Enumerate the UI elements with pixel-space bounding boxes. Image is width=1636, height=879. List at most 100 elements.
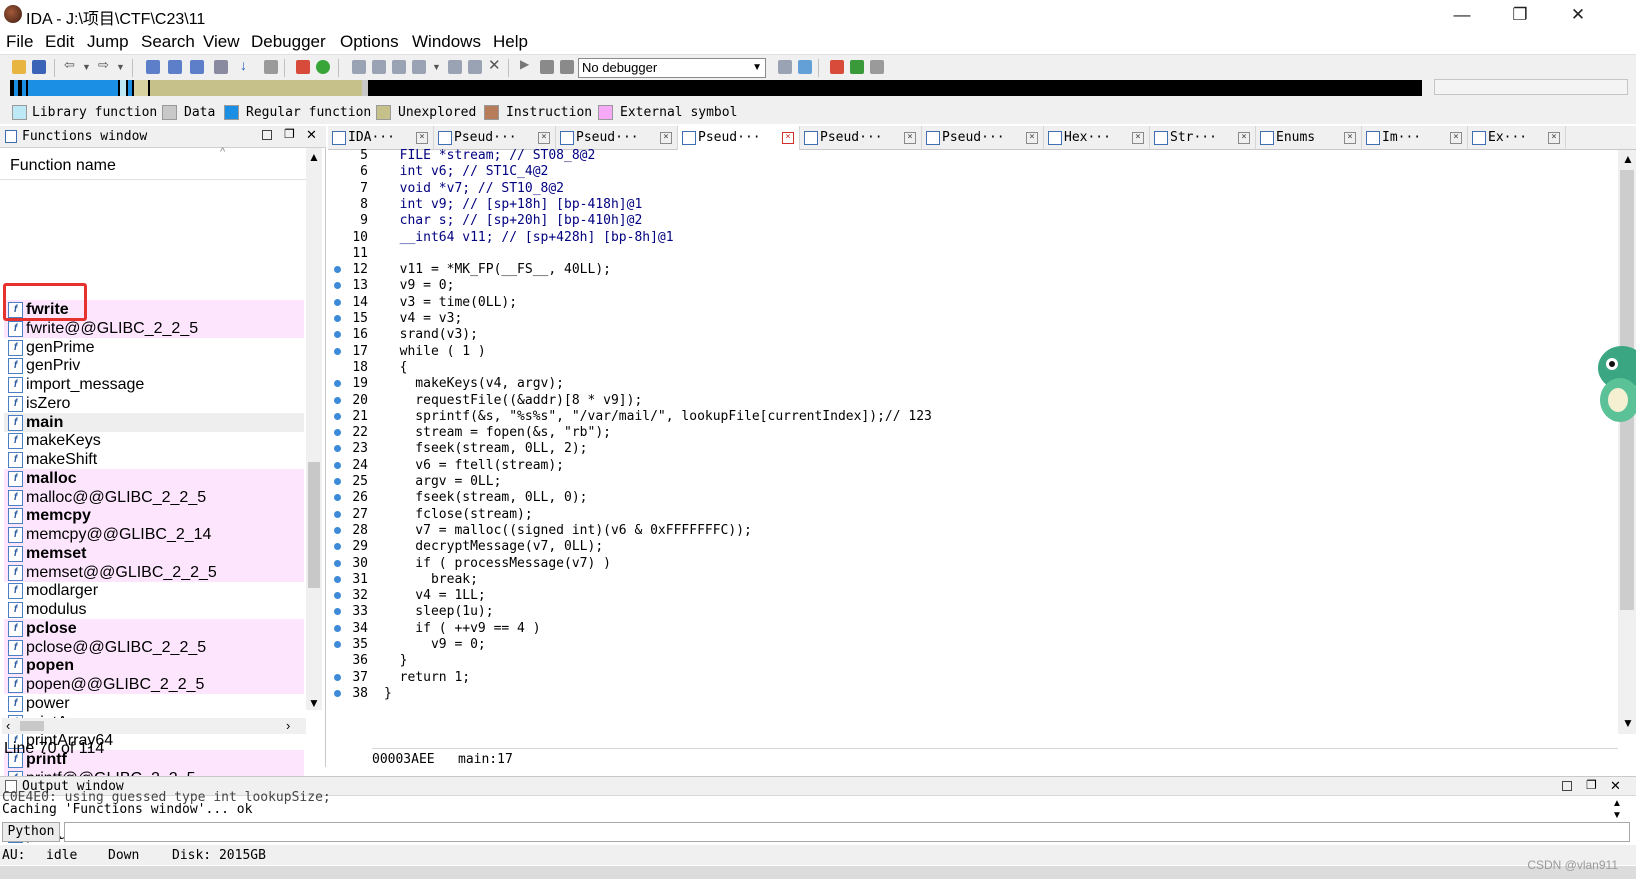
menu-debugger[interactable]: Debugger [251, 32, 326, 52]
navigation-bar[interactable] [10, 80, 1422, 96]
debugger-select[interactable]: No debugger ▼ [578, 58, 766, 78]
breakpoint-dot[interactable] [334, 559, 341, 567]
code-line[interactable]: { [384, 359, 408, 376]
scroll-right-icon[interactable]: › [286, 718, 290, 733]
function-row[interactable]: f popen@@GLIBC_2_2_5 [4, 675, 304, 694]
maximize-icon[interactable] [262, 130, 272, 140]
breakpoint-dot[interactable] [334, 575, 341, 583]
code-line[interactable]: v6 = ftell(stream); [384, 457, 564, 474]
close-icon[interactable]: ✕ [306, 127, 317, 143]
code-line[interactable]: if ( ++v9 == 4 ) [384, 620, 540, 637]
code-line[interactable]: v9 = 0; [384, 636, 486, 653]
function-row[interactable]: f genPrime [4, 338, 304, 357]
function-row[interactable]: f makeKeys [4, 431, 304, 450]
code-line[interactable]: fseek(stream, 0LL, 0); [384, 489, 587, 506]
code-line[interactable]: v4 = v3; [384, 310, 463, 327]
tab-close-icon[interactable]: × [660, 132, 672, 144]
code-line[interactable]: void *v7; // ST10_8@2 [384, 180, 564, 197]
code-line[interactable]: sleep(1u); [384, 603, 493, 620]
breakpoint-dot[interactable] [334, 461, 341, 469]
graph-icon[interactable] [296, 60, 310, 74]
function-row[interactable]: f pclose [4, 618, 304, 638]
restore-button[interactable]: ❐ [1498, 3, 1542, 27]
function-row[interactable]: f makeShift [4, 450, 304, 469]
function-row[interactable]: f malloc [4, 468, 304, 488]
undefine-icon[interactable] [468, 60, 482, 74]
function-name-column-header[interactable]: Function name ^ [0, 146, 310, 180]
code-line[interactable]: char s; // [sp+20h] [bp-410h]@2 [384, 212, 643, 229]
code-line[interactable]: v4 = 1LL; [384, 587, 485, 604]
functions-horizontal-scrollbar[interactable] [2, 718, 306, 734]
code-line[interactable]: argv = 0LL; [384, 473, 501, 490]
breakpoint-dot[interactable] [334, 624, 341, 632]
tool-icon[interactable] [870, 60, 884, 74]
tab-close-icon[interactable]: × [1450, 132, 1462, 144]
scroll-up-icon[interactable]: ▲ [1612, 798, 1622, 809]
breakpoint-dot[interactable] [334, 526, 341, 534]
minimize-button[interactable]: — [1440, 3, 1484, 27]
menu-search[interactable]: Search [141, 32, 195, 52]
functions-hscroll-thumb[interactable] [20, 721, 44, 731]
maximize-icon[interactable] [1562, 781, 1572, 791]
chevron-down-icon[interactable]: ▼ [116, 62, 130, 76]
close-icon[interactable]: ✕ [1610, 778, 1621, 794]
offset-icon[interactable] [412, 60, 426, 74]
float-icon[interactable]: ❐ [284, 127, 295, 141]
close-button[interactable]: ✕ [1556, 3, 1600, 27]
menu-jump[interactable]: Jump [87, 32, 129, 52]
navigation-scope-select[interactable] [1434, 79, 1628, 95]
menu-edit[interactable]: Edit [45, 32, 74, 52]
breakpoint-dot[interactable] [334, 478, 341, 485]
function-row[interactable]: f power [4, 694, 304, 713]
code-line[interactable]: v3 = time(0LL); [384, 294, 517, 311]
code-line[interactable]: } [384, 685, 392, 702]
down-arrow-icon[interactable]: ↓ [240, 57, 254, 73]
binary-search-icon[interactable] [146, 60, 160, 74]
code-line[interactable]: makeKeys(v4, argv); [384, 375, 564, 392]
code-line[interactable]: return 1; [384, 669, 470, 686]
tab[interactable]: Ex··· × [1468, 126, 1566, 150]
function-row[interactable]: f pclose@@GLIBC_2_2_5 [4, 637, 304, 657]
breakpoint-dot[interactable] [334, 315, 341, 322]
function-row[interactable]: f genPriv [4, 356, 304, 375]
chevron-down-icon[interactable]: ▼ [82, 62, 96, 76]
menu-view[interactable]: View [203, 32, 240, 52]
breakpoint-dot[interactable] [334, 412, 341, 420]
breakpoint-icon[interactable] [830, 60, 844, 74]
function-row[interactable]: f memcpy [4, 506, 304, 526]
menu-file[interactable]: File [6, 32, 33, 52]
code-line[interactable]: while ( 1 ) [384, 343, 486, 360]
python-button[interactable]: Python [2, 822, 60, 842]
code-icon[interactable] [372, 60, 386, 74]
function-row[interactable]: f main [4, 412, 304, 432]
scroll-left-icon[interactable]: ‹ [6, 718, 10, 733]
array-icon[interactable] [448, 60, 462, 74]
play-icon[interactable]: ▶ [520, 57, 534, 71]
function-row[interactable]: f memset@@GLIBC_2_2_5 [4, 562, 304, 582]
menu-help[interactable]: Help [493, 32, 528, 52]
code-line[interactable]: int v9; // [sp+18h] [bp-418h]@1 [384, 196, 643, 213]
code-line[interactable]: v11 = *MK_FP(__FS__, 40LL); [384, 261, 611, 278]
code-line[interactable]: if ( processMessage(v7) ) [384, 555, 611, 572]
tab[interactable]: Str··· × [1150, 126, 1256, 150]
function-row[interactable]: f modlarger [4, 581, 304, 600]
scroll-down-icon[interactable]: ▼ [1622, 716, 1634, 730]
tab[interactable]: Pseud··· × [800, 126, 922, 150]
breakpoint-dot[interactable] [334, 298, 341, 306]
function-row[interactable]: f isZero [4, 394, 304, 413]
tool-icon[interactable] [264, 60, 278, 74]
text-search-icon[interactable] [168, 60, 182, 74]
code-line[interactable]: break; [384, 571, 478, 588]
function-row[interactable]: f fwrite@@GLIBC_2_2_5 [4, 318, 304, 338]
tab-close-icon[interactable]: × [1132, 132, 1144, 144]
menu-windows[interactable]: Windows [412, 32, 481, 52]
functions-vertical-scrollbar[interactable] [306, 148, 322, 710]
breakpoint-dot[interactable] [334, 510, 341, 518]
tab-close-icon[interactable]: × [1344, 132, 1356, 144]
pause-icon[interactable] [540, 60, 554, 74]
breakpoint-dot[interactable] [334, 347, 341, 355]
breakpoint-dot[interactable] [334, 396, 341, 404]
tab-close-icon[interactable]: × [538, 132, 550, 144]
save-icon[interactable] [32, 60, 46, 74]
breakpoint-dot[interactable] [334, 689, 341, 697]
